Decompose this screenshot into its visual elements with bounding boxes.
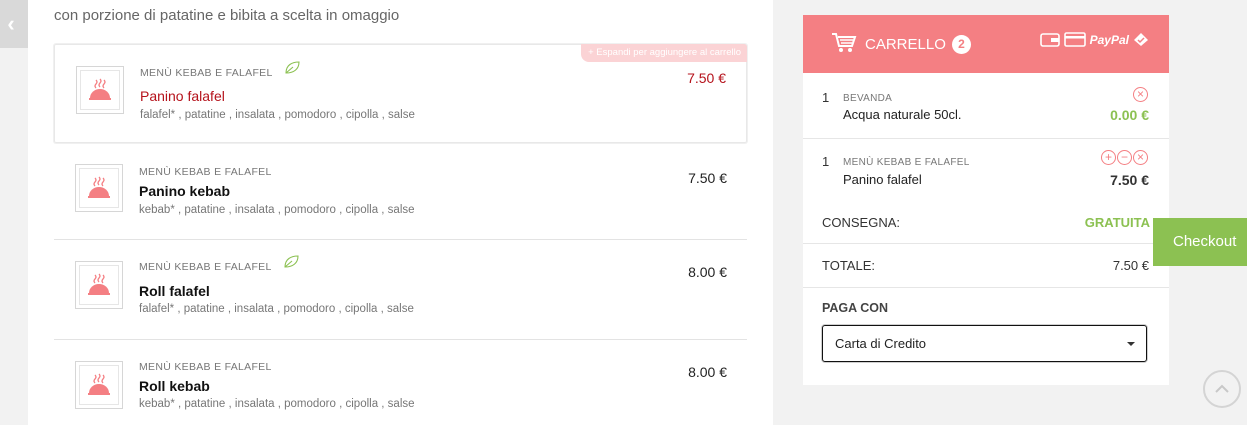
item-ingredients: kebab* , patatine , insalata , pomodoro … xyxy=(139,398,415,410)
section-intro: con porzione di patatine e bibita a scel… xyxy=(54,7,400,24)
cart-title: CARRELLO xyxy=(865,36,946,53)
delivery-value: GRATUITA xyxy=(1084,215,1150,230)
remove-icon[interactable]: × xyxy=(1133,150,1148,165)
chevron-down-icon xyxy=(1127,342,1135,346)
back-tab[interactable]: ‹ xyxy=(0,0,28,48)
menu-item[interactable]: MENÙ KEBAB E FALAFEL Roll kebab kebab* ,… xyxy=(54,340,747,425)
checkout-button[interactable]: Checkout xyxy=(1153,218,1247,266)
line-name: Panino falafel xyxy=(843,172,922,187)
cash-icon xyxy=(1134,33,1148,46)
item-price: 7.50 € xyxy=(688,170,727,186)
menu-panel: con porzione di patatine e bibita a scel… xyxy=(28,0,773,425)
line-price: 7.50 € xyxy=(1110,172,1149,188)
menu-item[interactable]: MENÙ KEBAB E FALAFEL Panino kebab kebab*… xyxy=(54,143,747,240)
pay-with-label: PAGA CON xyxy=(822,301,888,315)
dish-icon xyxy=(75,164,123,212)
item-ingredients: kebab* , patatine , insalata , pomodoro … xyxy=(139,204,415,216)
total-label: TOTALE: xyxy=(822,258,875,273)
leaf-icon xyxy=(284,255,299,268)
item-price: 8.00 € xyxy=(688,264,727,280)
item-category: MENÙ KEBAB E FALAFEL xyxy=(139,166,272,178)
total-row: TOTALE: 7.50 € xyxy=(803,244,1169,288)
cart-count-badge: 2 xyxy=(952,35,971,54)
minus-icon[interactable]: − xyxy=(1117,150,1132,165)
chevron-left-icon: ‹ xyxy=(7,11,15,36)
delivery-label: CONSEGNA: xyxy=(822,215,901,230)
item-category: MENÙ KEBAB E FALAFEL xyxy=(140,67,273,79)
total-value: 7.50 € xyxy=(1112,258,1149,273)
item-name: Roll kebab xyxy=(139,378,210,394)
paypal-label: PayPal xyxy=(1089,32,1129,47)
plus-icon[interactable]: + xyxy=(1101,150,1116,165)
expand-hint: + Espandi per aggiungere al carrello xyxy=(581,44,747,62)
line-category: MENÙ KEBAB E FALAFEL xyxy=(843,157,970,168)
menu-item[interactable]: MENÙ KEBAB E FALAFEL Roll falafel falafe… xyxy=(54,240,747,340)
delivery-row: CONSEGNA: GRATUITA xyxy=(803,203,1169,244)
item-name: Panino falafel xyxy=(140,88,225,104)
item-price: 7.50 € xyxy=(687,70,726,86)
cart-icon xyxy=(832,33,857,52)
line-category: BEVANDA xyxy=(843,93,893,104)
item-category: MENÙ KEBAB E FALAFEL xyxy=(139,361,272,373)
payment-method-value: Carta di Credito xyxy=(835,336,927,351)
dish-icon xyxy=(75,261,123,309)
remove-icon[interactable]: × xyxy=(1133,87,1148,102)
item-ingredients: falafel* , patatine , insalata , pomodor… xyxy=(140,109,415,121)
item-price: 8.00 € xyxy=(688,364,727,380)
credit-card-icon xyxy=(1063,32,1086,47)
item-name: Roll falafel xyxy=(139,283,210,299)
item-name: Panino kebab xyxy=(139,183,231,199)
item-ingredients: falafel* , patatine , insalata , pomodor… xyxy=(139,303,414,315)
dish-icon xyxy=(76,66,124,114)
cart-line: 1 BEVANDA Acqua naturale 50cl. × 0.00 € xyxy=(803,73,1169,139)
line-qty: 1 xyxy=(822,90,830,105)
line-name: Acqua naturale 50cl. xyxy=(843,107,962,122)
line-qty: 1 xyxy=(822,154,830,169)
payment-method-select[interactable]: Carta di Credito xyxy=(822,325,1147,362)
wallet-icon xyxy=(1039,33,1060,47)
menu-item[interactable]: + Espandi per aggiungere al carrello MEN… xyxy=(54,44,747,143)
cart-line: 1 MENÙ KEBAB E FALAFEL Panino falafel + … xyxy=(803,139,1169,203)
cart-panel: CARRELLO 2 PayPal 1 BEVANDA Acqua natura… xyxy=(803,15,1169,385)
scroll-to-top-button[interactable] xyxy=(1203,370,1241,408)
leaf-icon xyxy=(285,61,300,74)
chevron-up-icon xyxy=(1215,384,1229,393)
item-category: MENÙ KEBAB E FALAFEL xyxy=(139,261,272,273)
line-price: 0.00 € xyxy=(1110,107,1149,123)
payment-methods: PayPal xyxy=(1039,32,1149,47)
cart-header: CARRELLO 2 PayPal xyxy=(803,15,1169,73)
dish-icon xyxy=(75,361,123,409)
